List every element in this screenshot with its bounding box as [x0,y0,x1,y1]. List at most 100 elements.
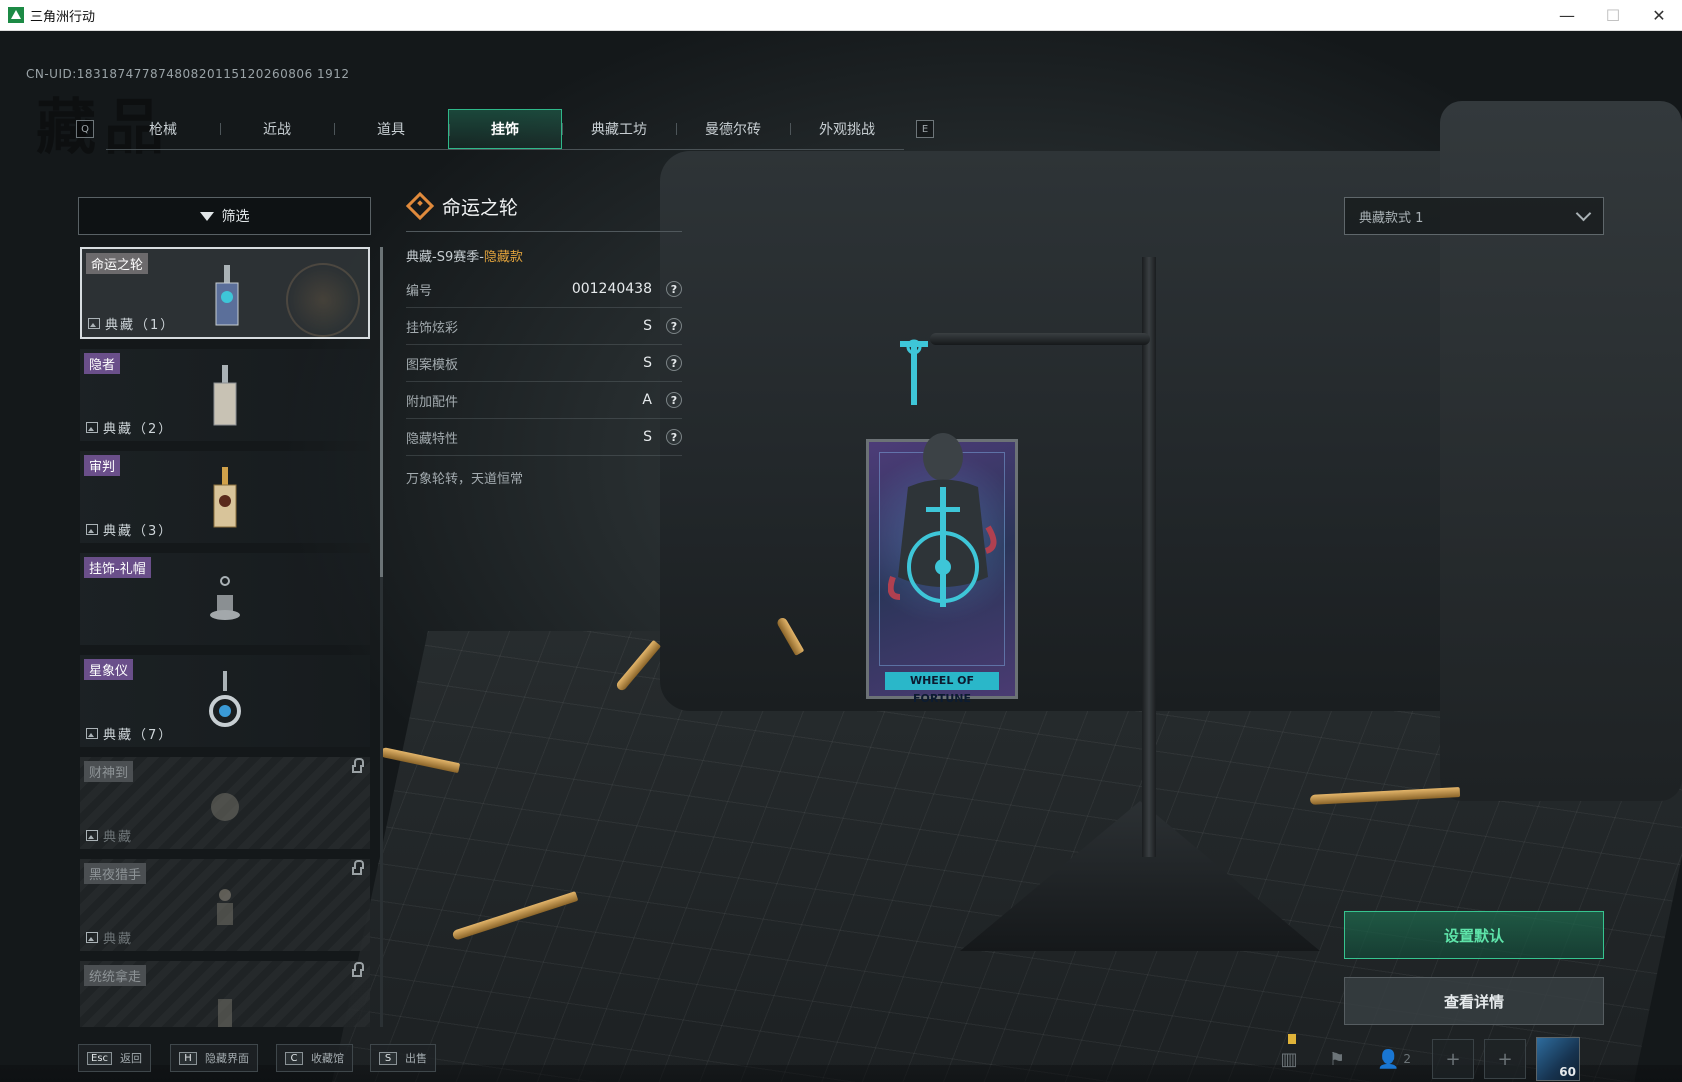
pendant-thumbnail-icon [213,365,237,426]
crate-background [660,151,1560,711]
item-name-tag: 财神到 [84,761,134,782]
hotkey-key: H [179,1051,197,1065]
item-name-tag: 挂饰-礼帽 [84,557,151,578]
image-icon [88,318,100,329]
collection-label: 典藏 [86,928,133,947]
stat-label: 隐藏特性 [406,431,459,447]
collection-text: 典藏 [103,830,134,845]
friends-icon[interactable]: 👤 2 [1366,1040,1422,1078]
lock-icon [352,758,364,773]
list-item[interactable]: 审判 典藏（3） [80,451,370,543]
collection-text: 典藏（2） [103,422,174,437]
list-item[interactable]: 统统拿走 [80,961,370,1027]
window-title: 三角洲行动 [30,9,96,25]
collection-text: 典藏（1） [105,318,176,333]
window-titlebar: 三角洲行动 — ☐ ✕ [0,0,1682,31]
stat-label: 挂饰炫彩 [406,320,459,336]
tab-cosmetic-challenge[interactable]: 外观挑战 [790,109,904,149]
flag-icon[interactable]: ⚑ [1318,1040,1356,1078]
collection-label: 典藏（1） [88,314,175,333]
item-name-tag: 黑夜猎手 [84,863,147,884]
tab-pendants[interactable]: 挂饰 [448,108,562,149]
help-icon[interactable]: ? [666,318,682,334]
add-slot-button[interactable]: + [1432,1039,1474,1079]
hotkey-label: 出售 [405,1052,427,1065]
collection-label: 典藏（7） [86,724,173,743]
hotkey-key: Esc [87,1051,113,1065]
style-select[interactable]: 典藏款式 1 [1344,197,1604,235]
next-tab-key[interactable]: E [916,120,934,138]
filter-button[interactable]: 筛选 [78,197,371,235]
stat-label: 附加配件 [406,394,459,410]
collection-text: 典藏 [103,932,134,947]
hotkey-hide-ui[interactable]: H 隐藏界面 [170,1044,258,1072]
stand-arm [930,333,1150,345]
item-name-tag: 隐者 [84,353,121,374]
hotkey-gallery[interactable]: C 收藏馆 [276,1044,353,1072]
avatar[interactable]: 60 [1536,1037,1580,1081]
set-default-button[interactable]: 设置默认 [1344,911,1604,959]
pendant-thumbnail-icon [215,265,239,326]
list-item[interactable]: 挂饰-礼帽 [80,553,370,645]
divider [406,231,682,232]
image-icon [86,932,98,943]
detail-title: 命运之轮 [442,196,519,219]
stats-chart-icon[interactable]: ▥ [1270,1034,1308,1078]
collection-emblem-icon [286,263,360,337]
add-slot-button[interactable]: + [1484,1039,1526,1079]
hotkey-label: 返回 [120,1052,143,1065]
image-icon [86,524,98,535]
collection-text: 典藏（7） [103,728,174,743]
pendant-thumbnail-icon [211,793,239,821]
filter-label: 筛选 [221,209,250,225]
stat-value: S [643,429,652,445]
card-label: WHEEL OF FORTUNE [885,672,999,705]
help-icon[interactable]: ? [666,281,682,297]
category-tabs: Q 枪械 近战 道具 挂饰 典藏工坊 曼德尔砖 外观挑战 E [76,108,934,150]
collection-label: 典藏（2） [86,418,173,437]
pendant-thumbnail-icon [218,999,232,1027]
pendant-hook-icon [900,339,928,405]
rarity-diamond-icon [405,191,435,221]
stat-label: 图案模板 [406,357,459,373]
prev-tab-key[interactable]: Q [76,120,94,138]
tab-melee[interactable]: 近战 [220,109,334,149]
list-item[interactable]: 黑夜猎手 典藏 [80,859,370,951]
pendant-figure-icon [888,433,997,607]
list-item[interactable]: 命运之轮 典藏（1） [80,247,370,339]
stat-value: A [642,392,652,408]
stat-label: 编号 [406,283,433,299]
stat-value: S [643,355,652,371]
collection-label: 典藏（3） [86,520,173,539]
scrollbar-thumb[interactable] [380,247,383,577]
list-item[interactable]: 财神到 典藏 [80,757,370,849]
hotkey-back[interactable]: Esc 返回 [78,1044,152,1072]
help-icon[interactable]: ? [666,429,682,445]
style-select-value: 典藏款式 1 [1359,210,1424,226]
tab-collection-workshop[interactable]: 典藏工坊 [562,109,676,149]
filter-icon [199,211,214,221]
collection-label: 典藏 [86,826,133,845]
stat-row-pattern: 图案模板 S ? [406,345,682,382]
close-button[interactable]: ✕ [1636,0,1682,30]
tab-mandel-brick[interactable]: 曼德尔砖 [676,109,790,149]
hotkey-sell[interactable]: S 出售 [370,1044,436,1072]
hotkey-label: 收藏馆 [311,1052,344,1065]
view-details-button[interactable]: 查看详情 [1344,977,1604,1025]
stat-value: S [643,318,652,334]
minimize-button[interactable]: — [1544,0,1590,30]
list-item[interactable]: 隐者 典藏（2） [80,349,370,441]
tab-props[interactable]: 道具 [334,109,448,149]
help-icon[interactable]: ? [666,392,682,408]
item-name-tag: 审判 [84,455,121,476]
list-scrollbar[interactable] [380,247,383,1027]
hotkey-label: 隐藏界面 [205,1052,249,1065]
help-icon[interactable]: ? [666,355,682,371]
collection-text: 典藏（3） [103,524,174,539]
lock-icon [352,860,364,875]
tab-guns[interactable]: 枪械 [106,109,220,149]
list-item[interactable]: 星象仪 典藏（7） [80,655,370,747]
detail-panel: 命运之轮 典藏-S9赛季-隐藏款 编号 001240438 ? 挂饰炫彩 S ?… [405,191,682,487]
item-name-tag: 统统拿走 [84,965,147,986]
maximize-button[interactable]: ☐ [1590,0,1636,30]
